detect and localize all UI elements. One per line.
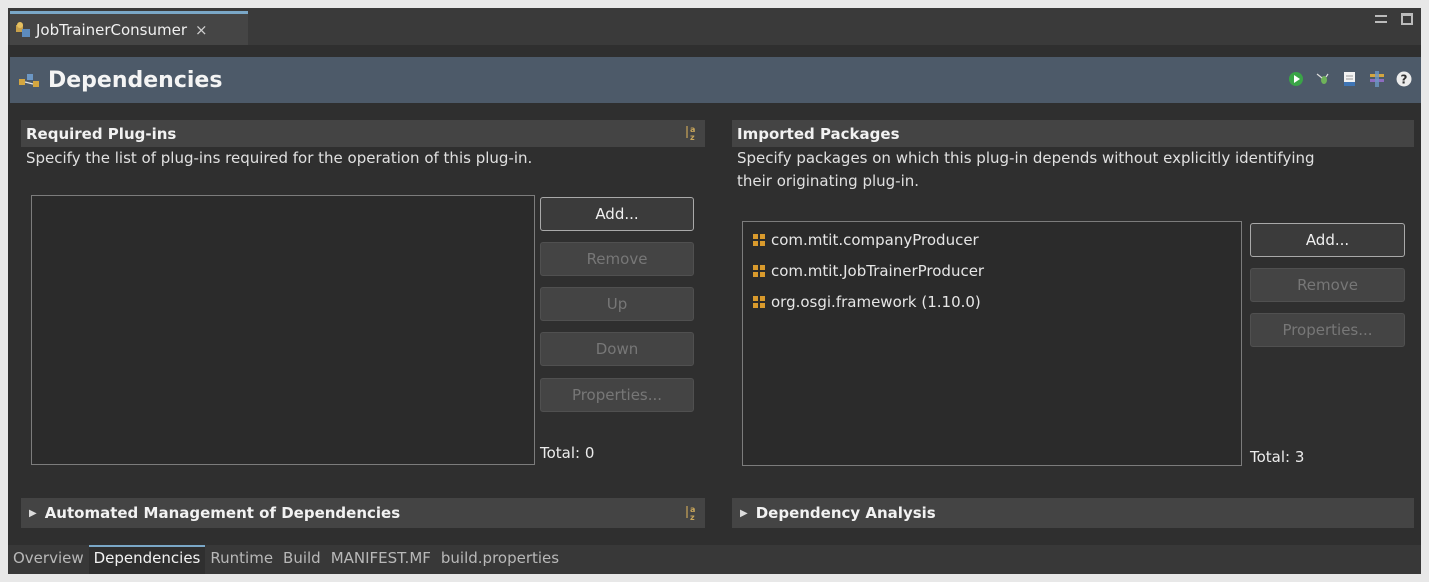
list-item[interactable]: org.osgi.framework (1.10.0): [743, 286, 1241, 317]
required-plugins-section: Required Plug-ins az Specify the list of…: [21, 120, 705, 480]
required-plugins-list[interactable]: [31, 195, 535, 465]
section-title: Imported Packages: [737, 124, 900, 143]
debug-icon[interactable]: [1314, 70, 1332, 88]
up-button[interactable]: Up: [540, 287, 694, 321]
tab-dependencies[interactable]: Dependencies: [88, 545, 206, 574]
header-toolbar: ?: [1287, 70, 1413, 88]
tab-runtime[interactable]: Runtime: [205, 545, 278, 574]
dependency-analysis-section[interactable]: ▶ Dependency Analysis: [732, 498, 1414, 528]
svg-text:z: z: [690, 513, 695, 522]
tab-build[interactable]: Build: [278, 545, 326, 574]
chevron-right-icon: ▶: [29, 507, 37, 519]
section-description: Specify the list of plug-ins required fo…: [26, 149, 533, 167]
list-item-label: com.mtit.companyProducer: [771, 230, 979, 249]
total-count: Total: 0: [540, 444, 595, 462]
package-icon: [753, 295, 765, 308]
imported-packages-section: Imported Packages Specify packages on wh…: [732, 120, 1414, 480]
imported-packages-header: Imported Packages: [732, 120, 1414, 147]
dependencies-icon: [18, 70, 42, 90]
plugin-manifest-icon: [14, 21, 32, 39]
package-icon: [753, 233, 765, 246]
add-button[interactable]: Add...: [540, 197, 694, 231]
organize-icon[interactable]: [1368, 70, 1386, 88]
tab-overview[interactable]: Overview: [8, 545, 89, 574]
section-title: Dependency Analysis: [755, 504, 936, 522]
required-plugins-header: Required Plug-ins az: [21, 120, 705, 147]
chevron-right-icon: ▶: [740, 507, 748, 519]
tab-build-properties[interactable]: build.properties: [436, 545, 564, 574]
total-count: Total: 3: [1250, 448, 1305, 466]
section-title: Required Plug-ins: [26, 124, 177, 143]
form-header: Dependencies ?: [10, 57, 1421, 103]
imported-packages-list[interactable]: com.mtit.companyProducer com.mtit.JobTra…: [742, 221, 1242, 466]
alphabetical-sort-icon[interactable]: az: [685, 124, 699, 143]
tab-manifest[interactable]: MANIFEST.MF: [326, 545, 436, 574]
editor-tab-label: JobTrainerConsumer: [36, 20, 187, 39]
remove-button[interactable]: Remove: [540, 242, 694, 276]
maximize-icon[interactable]: [1401, 13, 1413, 25]
run-icon[interactable]: [1287, 70, 1305, 88]
add-button[interactable]: Add...: [1250, 223, 1405, 257]
list-item-label: com.mtit.JobTrainerProducer: [771, 261, 985, 280]
package-icon: [753, 264, 765, 277]
svg-text:?: ?: [1401, 73, 1408, 87]
section-description-line2: their originating plug-in.: [737, 172, 920, 190]
list-item[interactable]: com.mtit.companyProducer: [743, 224, 1241, 255]
properties-button[interactable]: Properties...: [1250, 313, 1405, 347]
list-item-label: org.osgi.framework (1.10.0): [771, 292, 981, 311]
automated-management-section[interactable]: ▶ Automated Management of Dependencies a…: [21, 498, 705, 528]
close-icon[interactable]: ×: [195, 21, 208, 39]
properties-button[interactable]: Properties...: [540, 378, 694, 412]
help-icon[interactable]: ?: [1395, 70, 1413, 88]
plugin-editor: JobTrainerConsumer × Dependencies ? Requ…: [8, 8, 1421, 574]
list-item[interactable]: com.mtit.JobTrainerProducer: [743, 255, 1241, 286]
down-button[interactable]: Down: [540, 332, 694, 366]
alphabetical-sort-icon[interactable]: az: [685, 504, 699, 523]
page-title: Dependencies: [48, 67, 223, 93]
minimize-icon[interactable]: [1375, 15, 1387, 23]
section-title: Automated Management of Dependencies: [44, 504, 401, 522]
remove-button[interactable]: Remove: [1250, 268, 1405, 302]
svg-text:z: z: [690, 133, 695, 142]
editor-tab-bar: JobTrainerConsumer ×: [8, 8, 1421, 45]
export-icon[interactable]: [1341, 70, 1359, 88]
editor-tab[interactable]: JobTrainerConsumer ×: [10, 11, 248, 45]
section-description: Specify packages on which this plug-in d…: [737, 149, 1315, 167]
page-tab-bar: Overview Dependencies Runtime Build MANI…: [8, 545, 1421, 574]
